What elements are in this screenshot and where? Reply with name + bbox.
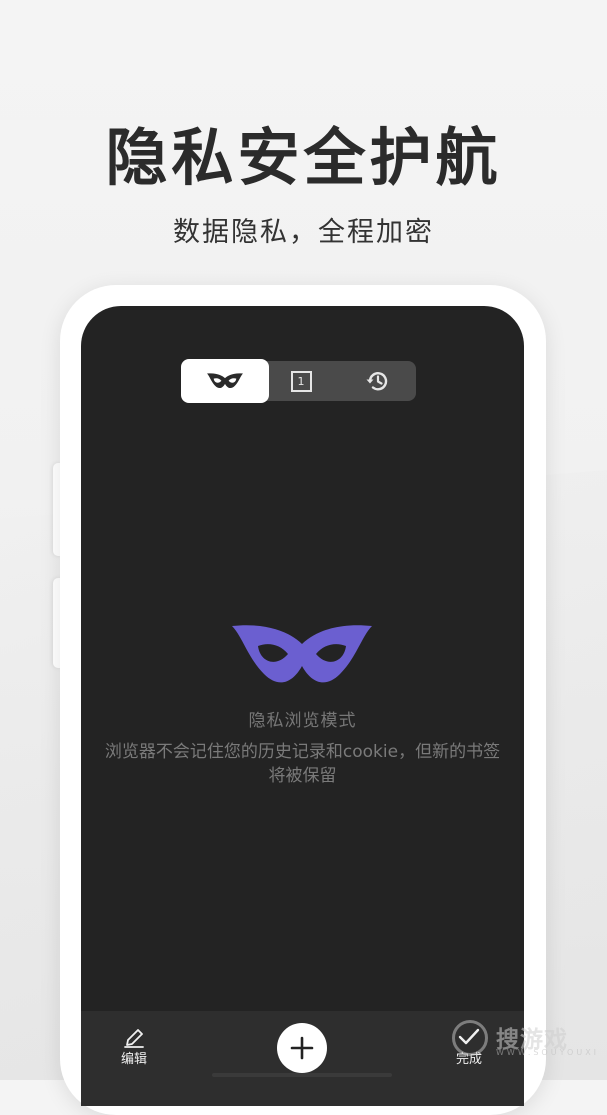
incognito-mode-title: 隐私浏览模式 [248, 711, 357, 731]
tab-normal-tabs[interactable]: 1 [269, 361, 333, 401]
tab-count-icon: 1 [290, 370, 312, 392]
edit-button-label: 编辑 [120, 1052, 147, 1067]
incognito-mode-description: 浏览器不会记住您的历史记录和cookie，但新的书签将被保留 [104, 742, 501, 786]
bottom-toolbar: 编辑 完成 [81, 1011, 524, 1106]
home-indicator [212, 1073, 392, 1077]
tab-incognito[interactable] [181, 359, 269, 403]
tab-mode-switcher: 1 [181, 359, 416, 403]
edit-button[interactable]: 编辑 [115, 1025, 153, 1069]
done-button[interactable]: 完成 [449, 1025, 489, 1069]
tab-history[interactable] [339, 361, 416, 401]
checkmark-icon [458, 1028, 480, 1045]
browser-screen: 1 隐私浏览模式 浏览器不会记住您的历史记录和cookie，但新的书签将被保留 … [81, 306, 524, 1106]
promo-headline: 隐私安全护航 [105, 121, 502, 194]
add-tab-button[interactable] [277, 1023, 327, 1073]
promo-subline: 数据隐私，全程加密 [173, 217, 434, 248]
history-icon [366, 372, 387, 391]
plus-icon [290, 1036, 314, 1060]
incognito-mask-icon [207, 373, 243, 389]
incognito-mask-large-icon [232, 625, 372, 683]
pencil-icon [124, 1029, 144, 1048]
done-button-label: 完成 [455, 1052, 482, 1067]
